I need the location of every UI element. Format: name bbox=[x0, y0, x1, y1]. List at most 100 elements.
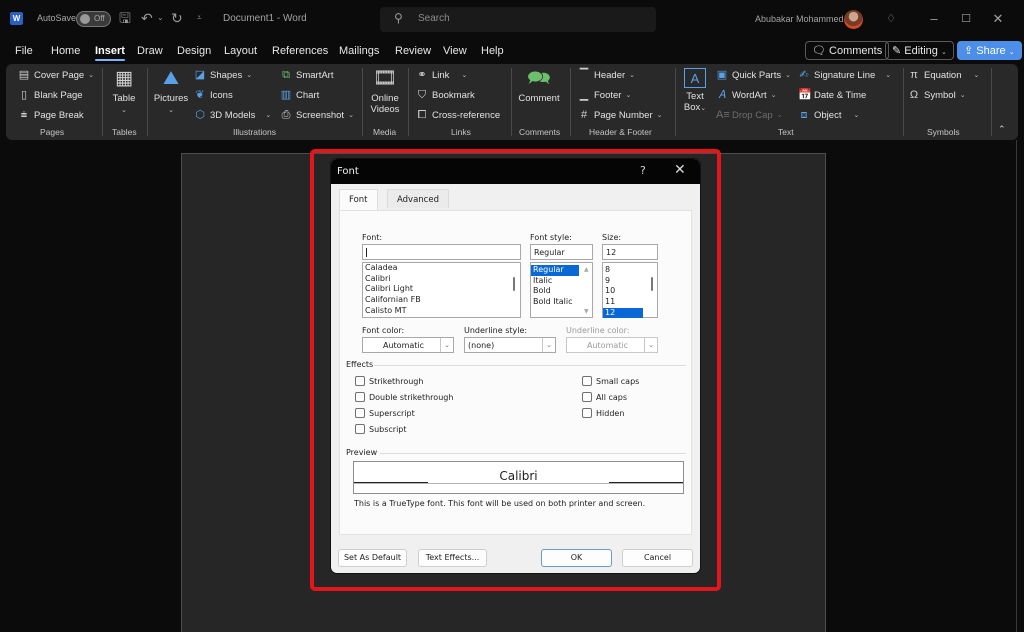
checkbox-box[interactable] bbox=[582, 392, 592, 402]
comments-button[interactable]: 🗨 Comments bbox=[805, 41, 890, 60]
equation-button[interactable]: π Equation ⌄ bbox=[908, 67, 979, 83]
font-list-item[interactable]: Calibri Light bbox=[363, 284, 520, 295]
page-number-button[interactable]: # Page Number ⌄ bbox=[578, 107, 663, 123]
undo-dropdown-chevron-icon[interactable]: ⌄ bbox=[157, 10, 164, 26]
tab-layout[interactable]: Layout bbox=[224, 45, 257, 57]
tab-home[interactable]: Home bbox=[51, 45, 80, 57]
font-name-input[interactable] bbox=[362, 244, 521, 260]
font-size-item[interactable]: 9 bbox=[603, 276, 657, 287]
table-button[interactable]: ▦ Table ⌄ bbox=[108, 68, 140, 116]
date-time-button[interactable]: 📅 Date & Time bbox=[798, 87, 866, 103]
font-style-input[interactable]: Regular bbox=[530, 244, 593, 260]
maximize-button[interactable]: ☐ bbox=[956, 10, 976, 28]
symbol-button[interactable]: Ω Symbol ⌄ bbox=[908, 87, 966, 103]
text-effects-button[interactable]: Text Effects... bbox=[418, 549, 487, 567]
size-list-scrollbar-thumb[interactable] bbox=[651, 277, 653, 291]
tab-font[interactable]: Font bbox=[339, 189, 378, 211]
font-size-list[interactable]: 8 9 10 11 12 bbox=[602, 262, 658, 319]
font-list-item[interactable]: Calisto MT bbox=[363, 306, 520, 317]
font-size-item-selected[interactable]: 12 bbox=[603, 307, 643, 319]
font-size-item[interactable]: 8 bbox=[603, 265, 657, 276]
checkbox-box[interactable] bbox=[355, 392, 365, 402]
wordart-button[interactable]: 𝐴 WordArt ⌄ bbox=[716, 87, 776, 103]
font-list-scrollbar-thumb[interactable] bbox=[513, 277, 515, 291]
all-caps-checkbox[interactable]: All caps bbox=[582, 392, 627, 402]
subscript-checkbox[interactable]: Subscript bbox=[355, 424, 407, 434]
font-list-item[interactable]: Californian FB bbox=[363, 295, 520, 306]
link-button[interactable]: ⚭ Link ⌄ bbox=[416, 67, 467, 83]
small-caps-checkbox[interactable]: Small caps bbox=[582, 376, 639, 386]
avatar[interactable] bbox=[844, 10, 863, 29]
signature-line-button[interactable]: ✍ Signature Line ⌄ bbox=[798, 67, 891, 83]
tab-review[interactable]: Review bbox=[395, 45, 431, 57]
cancel-button[interactable]: Cancel bbox=[622, 549, 693, 567]
dialog-close-button[interactable]: ✕ bbox=[674, 162, 686, 178]
text-box-button[interactable]: A Text Box⌄ bbox=[680, 68, 710, 114]
editing-mode-button[interactable]: ✎ Editing ⌄ bbox=[885, 41, 954, 60]
diamond-premium-icon[interactable]: ♢ bbox=[881, 10, 901, 28]
footer-button[interactable]: ▁ Footer ⌄ bbox=[578, 87, 632, 103]
bookmark-button[interactable]: ⛉ Bookmark bbox=[416, 87, 475, 103]
font-style-list[interactable]: Regular Italic Bold Bold Italic ▲ ▼ bbox=[530, 262, 593, 318]
minimize-button[interactable]: – bbox=[924, 10, 944, 28]
font-size-item[interactable]: 10 bbox=[603, 286, 657, 297]
tab-view[interactable]: View bbox=[443, 45, 467, 57]
ok-button[interactable]: OK bbox=[541, 549, 612, 567]
autosave-toggle[interactable]: Off bbox=[76, 11, 111, 27]
font-style-item-selected[interactable]: Regular bbox=[531, 265, 579, 276]
customize-quick-access-icon[interactable]: ⩡ bbox=[197, 10, 202, 26]
tab-references[interactable]: References bbox=[272, 45, 328, 57]
help-button[interactable]: ? bbox=[640, 164, 646, 177]
cover-page-button[interactable]: ▤ Cover Page ⌄ bbox=[18, 67, 94, 83]
new-comment-button[interactable]: 🗪 Comment bbox=[516, 68, 562, 104]
font-style-item[interactable]: Bold bbox=[531, 286, 592, 297]
screenshot-button[interactable]: ⎙ Screenshot ⌄ bbox=[280, 107, 354, 123]
checkbox-box[interactable] bbox=[355, 408, 365, 418]
tab-design[interactable]: Design bbox=[177, 45, 211, 57]
tab-file[interactable]: File bbox=[15, 45, 33, 57]
font-size-item[interactable]: 11 bbox=[603, 297, 657, 308]
tab-mailings[interactable]: Mailings bbox=[339, 45, 379, 57]
font-style-item[interactable]: Bold Italic bbox=[531, 297, 592, 308]
hidden-checkbox[interactable]: Hidden bbox=[582, 408, 624, 418]
user-name[interactable]: Abubakar Mohammed bbox=[755, 14, 844, 24]
double-strikethrough-checkbox[interactable]: Double strikethrough bbox=[355, 392, 453, 402]
search-box[interactable]: ⚲ Search bbox=[380, 7, 656, 32]
font-size-input[interactable]: 12 bbox=[602, 244, 658, 260]
quick-parts-button[interactable]: ▣ Quick Parts ⌄ bbox=[716, 67, 791, 83]
superscript-checkbox[interactable]: Superscript bbox=[355, 408, 415, 418]
object-button[interactable]: ⧈ Object ⌄ bbox=[798, 107, 860, 123]
set-as-default-button[interactable]: Set As Default bbox=[338, 549, 407, 567]
share-button[interactable]: ⇪ Share ⌄ bbox=[957, 41, 1022, 60]
page-break-button[interactable]: ⩧ Page Break bbox=[18, 107, 84, 123]
redo-icon[interactable]: ↻ bbox=[171, 10, 183, 26]
undo-icon[interactable]: ↶ bbox=[141, 10, 153, 26]
tab-insert[interactable]: Insert bbox=[95, 45, 125, 61]
vertical-scrollbar[interactable] bbox=[1016, 140, 1017, 632]
shapes-button[interactable]: ◪ Shapes ⌄ bbox=[194, 67, 252, 83]
blank-page-button[interactable]: ▯ Blank Page bbox=[18, 87, 83, 103]
tab-help[interactable]: Help bbox=[481, 45, 504, 57]
font-color-dropdown[interactable]: Automatic ⌄ bbox=[362, 337, 454, 353]
cross-reference-button[interactable]: ⧠ Cross-reference bbox=[416, 107, 501, 123]
icons-button[interactable]: ❦ Icons bbox=[194, 87, 232, 103]
dialog-title-bar[interactable]: Font ? ✕ bbox=[331, 159, 700, 184]
header-button[interactable]: ▔ Header ⌄ bbox=[578, 67, 635, 83]
scroll-up-arrow-icon[interactable]: ▲ bbox=[584, 266, 589, 273]
collapse-ribbon-chevron-up-icon[interactable]: ⌃ bbox=[998, 124, 1006, 135]
tab-advanced[interactable]: Advanced bbox=[387, 189, 449, 208]
checkbox-box[interactable] bbox=[355, 376, 365, 386]
close-window-button[interactable]: ✕ bbox=[988, 10, 1008, 28]
font-list-item[interactable]: Caladea bbox=[363, 263, 520, 274]
strikethrough-checkbox[interactable]: Strikethrough bbox=[355, 376, 423, 386]
font-list-item[interactable]: Calibri bbox=[363, 274, 520, 285]
scroll-down-arrow-icon[interactable]: ▼ bbox=[584, 308, 589, 315]
online-videos-button[interactable]: 🎞 Online Videos bbox=[368, 68, 402, 115]
chart-button[interactable]: ▥ Chart bbox=[280, 87, 319, 103]
tab-draw[interactable]: Draw bbox=[137, 45, 163, 57]
save-icon[interactable]: 🖫 bbox=[119, 10, 131, 26]
pictures-button[interactable]: ⛰ Pictures ⌄ bbox=[153, 68, 189, 116]
checkbox-box[interactable] bbox=[582, 376, 592, 386]
underline-style-dropdown[interactable]: (none) ⌄ bbox=[464, 337, 556, 353]
font-style-item[interactable]: Italic bbox=[531, 276, 592, 287]
